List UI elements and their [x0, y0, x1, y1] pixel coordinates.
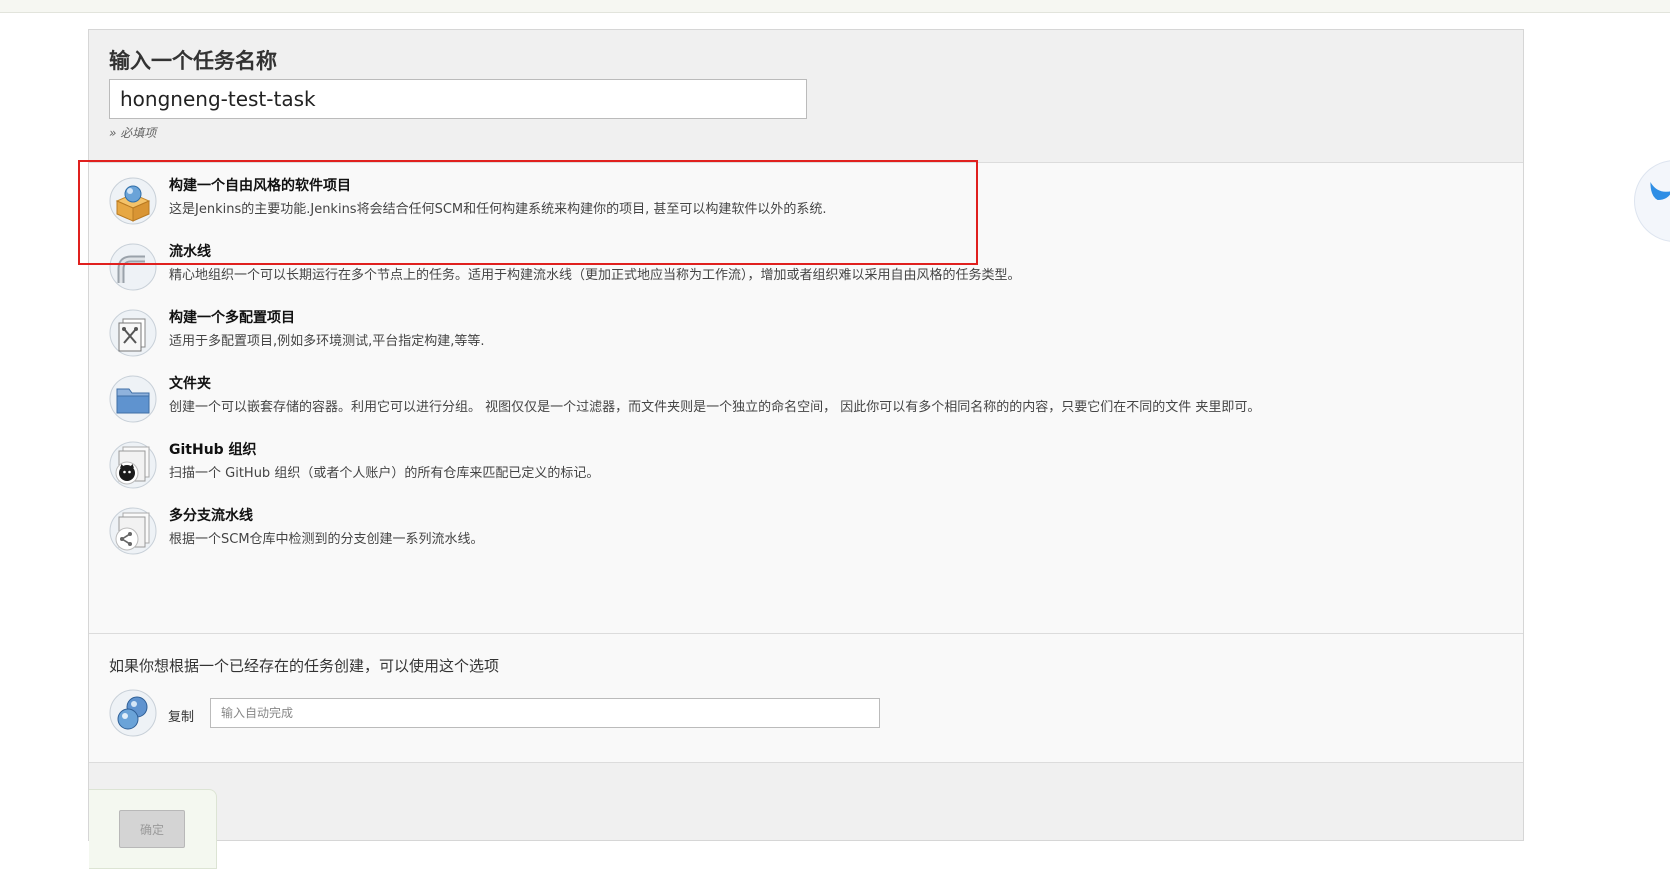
- job-type-folder[interactable]: 文件夹 创建一个可以嵌套存储的容器。利用它可以进行分组。 视图仅仅是一个过滤器，…: [109, 372, 1489, 434]
- new-item-panel: 输入一个任务名称 » 必填项 构建一个自由风格的软件项目 这是Jenkins的主…: [88, 29, 1524, 869]
- copy-label: 复制: [168, 710, 195, 725]
- job-type-label: 多分支流水线: [169, 508, 253, 524]
- required-hint: » 必填项: [109, 126, 157, 140]
- freestyle-box-icon: [109, 177, 157, 225]
- multibranch-icon: [109, 507, 157, 555]
- job-type-label: 流水线: [169, 244, 211, 260]
- job-type-multi-config[interactable]: 构建一个多配置项目 适用于多配置项目,例如多环境测试,平台指定构建,等等.: [109, 306, 1489, 368]
- job-type-list: 构建一个自由风格的软件项目 这是Jenkins的主要功能.Jenkins将会结合…: [89, 163, 1523, 634]
- job-type-description: 适用于多配置项目,例如多环境测试,平台指定构建,等等.: [169, 334, 485, 349]
- job-type-label: 构建一个多配置项目: [169, 310, 295, 326]
- job-type-github-org[interactable]: GitHub 组织 扫描一个 GitHub 组织（或者个人账户）的所有仓库来匹配…: [109, 438, 1489, 500]
- copy-from-input[interactable]: [210, 698, 880, 728]
- item-name-title: 输入一个任务名称: [109, 49, 277, 73]
- job-type-description: 这是Jenkins的主要功能.Jenkins将会结合任何SCM和任何构建系统来构…: [169, 202, 827, 217]
- job-type-label: 构建一个自由风格的软件项目: [169, 178, 351, 194]
- item-name-input[interactable]: [109, 79, 807, 119]
- browser-top-strip: [0, 0, 1670, 13]
- job-type-label: GitHub 组织: [169, 442, 257, 458]
- job-type-pipeline[interactable]: 流水线 精心地组织一个可以长期运行在多个节点上的任务。适用于构建流水线（更加正式…: [109, 240, 1489, 302]
- copy-from-section: 如果你想根据一个已经存在的任务创建，可以使用这个选项 复制: [89, 634, 1523, 763]
- ok-button[interactable]: 确定: [119, 810, 185, 848]
- pipeline-icon: [109, 243, 157, 291]
- job-type-description: 精心地组织一个可以长期运行在多个节点上的任务。适用于构建流水线（更加正式地应当称…: [169, 268, 1021, 283]
- bird-icon: [1650, 182, 1670, 200]
- job-type-description: 扫描一个 GitHub 组织（或者个人账户）的所有仓库来匹配已定义的标记。: [169, 466, 600, 481]
- job-type-description: 根据一个SCM仓库中检测到的分支创建一系列流水线。: [169, 532, 484, 547]
- job-type-description: 创建一个可以嵌套存储的容器。利用它可以进行分组。 视图仅仅是一个过滤器，而文件夹…: [169, 400, 1261, 415]
- folder-icon: [109, 375, 157, 423]
- item-name-section: 输入一个任务名称 » 必填项: [89, 30, 1523, 163]
- job-type-label: 文件夹: [169, 376, 211, 392]
- ok-button-container: 确定: [89, 789, 217, 869]
- form-footer: 确定: [89, 763, 1523, 869]
- multi-config-icon: [109, 309, 157, 357]
- job-type-multibranch[interactable]: 多分支流水线 根据一个SCM仓库中检测到的分支创建一系列流水线。: [109, 504, 1489, 566]
- github-org-icon: [109, 441, 157, 489]
- assistant-bubble[interactable]: [1634, 160, 1670, 242]
- copy-spheres-icon: [109, 689, 157, 737]
- copy-from-title: 如果你想根据一个已经存在的任务创建，可以使用这个选项: [109, 657, 500, 675]
- job-type-freestyle[interactable]: 构建一个自由风格的软件项目 这是Jenkins的主要功能.Jenkins将会结合…: [109, 174, 1489, 236]
